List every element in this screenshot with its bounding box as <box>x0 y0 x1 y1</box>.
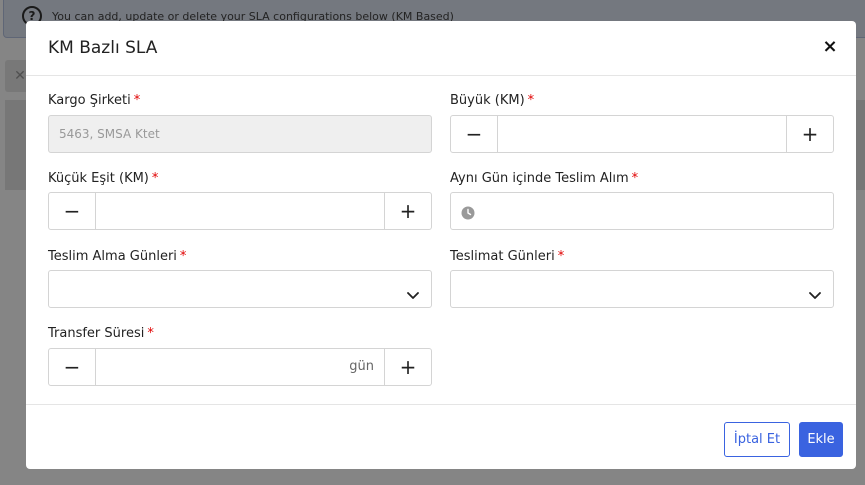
kucuk-esit-km-stepper: − + <box>48 192 432 230</box>
transfer-suresi-increment-button[interactable]: + <box>384 349 431 385</box>
kucuk-esit-km-label-text: Küçük Eşit (KM) <box>48 171 149 186</box>
kargo-sirketi-value: 5463, SMSA Ktet <box>59 127 160 141</box>
kargo-sirketi-label-text: Kargo Şirketi <box>48 93 131 108</box>
buyuk-km-decrement-button[interactable]: − <box>451 116 498 152</box>
buyuk-km-increment-button[interactable]: + <box>786 116 833 152</box>
required-marker: * <box>133 93 141 108</box>
transfer-suresi-decrement-button[interactable]: − <box>49 349 96 385</box>
chevron-down-icon <box>809 285 821 304</box>
sla-modal: KM Bazlı SLA × Kargo Şirketi * 5463, SMSA… <box>26 21 856 469</box>
transfer-suresi-input[interactable] <box>97 349 383 385</box>
modal-footer: İptal Et Ekle <box>26 404 856 469</box>
kucuk-esit-km-decrement-button[interactable]: − <box>49 193 96 229</box>
kucuk-esit-km-increment-button[interactable]: + <box>384 193 431 229</box>
buyuk-km-label-text: Büyük (KM) <box>450 93 525 108</box>
kucuk-esit-km-label: Küçük Eşit (KM) * <box>48 171 158 186</box>
required-marker: * <box>631 171 639 186</box>
clock-icon <box>461 205 475 224</box>
kucuk-esit-km-input[interactable] <box>97 193 383 229</box>
teslimat-gunleri-label-text: Teslimat Günleri <box>450 249 555 264</box>
modal-header: KM Bazlı SLA × <box>26 21 856 76</box>
buyuk-km-stepper: − + <box>450 115 834 153</box>
teslim-alma-gunleri-select[interactable] <box>48 270 432 308</box>
required-marker: * <box>527 93 535 108</box>
kargo-sirketi-label: Kargo Şirketi * <box>48 93 140 108</box>
chevron-down-icon <box>407 285 419 304</box>
modal-title: KM Bazlı SLA <box>48 38 158 58</box>
required-marker: * <box>179 249 187 264</box>
add-button[interactable]: Ekle <box>799 422 843 457</box>
ayni-gun-label-text: Aynı Gün içinde Teslim Alım <box>450 171 629 186</box>
transfer-suresi-unit: gün <box>349 359 374 374</box>
buyuk-km-input[interactable] <box>499 116 785 152</box>
transfer-suresi-label: Transfer Süresi * <box>48 326 154 341</box>
buyuk-km-label: Büyük (KM) * <box>450 93 534 108</box>
ayni-gun-time-input[interactable] <box>450 192 834 230</box>
cancel-button[interactable]: İptal Et <box>724 422 790 457</box>
ayni-gun-label: Aynı Gün içinde Teslim Alım * <box>450 171 638 186</box>
close-icon[interactable]: × <box>821 36 839 58</box>
transfer-suresi-stepper: − + gün <box>48 348 432 386</box>
teslim-alma-gunleri-label-text: Teslim Alma Günleri <box>48 249 177 264</box>
teslim-alma-gunleri-label: Teslim Alma Günleri * <box>48 249 186 264</box>
teslimat-gunleri-select[interactable] <box>450 270 834 308</box>
required-marker: * <box>151 171 159 186</box>
transfer-suresi-label-text: Transfer Süresi <box>48 326 145 341</box>
teslimat-gunleri-label: Teslimat Günleri * <box>450 249 564 264</box>
required-marker: * <box>557 249 565 264</box>
required-marker: * <box>147 326 154 341</box>
kargo-sirketi-field: 5463, SMSA Ktet <box>48 115 432 153</box>
